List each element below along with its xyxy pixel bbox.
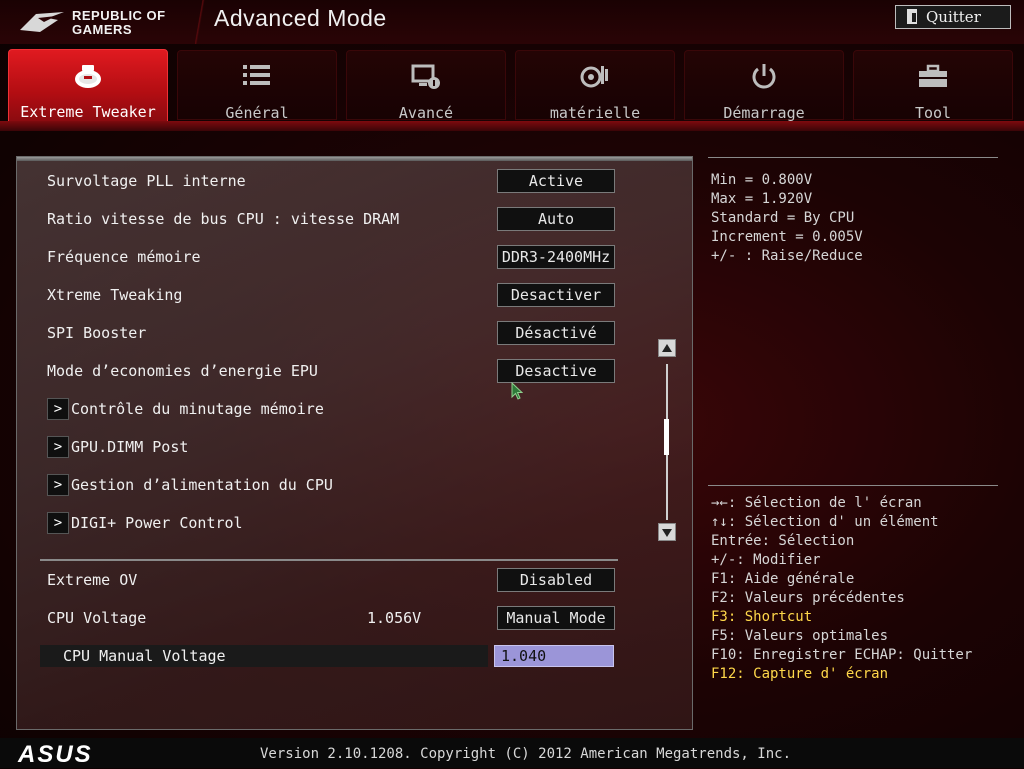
setting-label: CPU Voltage	[47, 609, 147, 627]
selected-row-highlight[interactable]: CPU Manual Voltage	[40, 645, 488, 667]
header-bar: REPUBLIC OF GAMERS Advanced Mode Quitter	[0, 0, 1024, 44]
cpu-manual-voltage-label: CPU Manual Voltage	[63, 647, 226, 665]
key-help-line: Entrée: Sélection	[711, 533, 855, 549]
tab-general[interactable]: Général	[177, 50, 337, 122]
arrow-down-icon	[662, 529, 672, 537]
help-divider-middle	[708, 485, 998, 486]
rog-logo-line2: GAMERS	[72, 22, 133, 37]
setting-row-cpu-dram-ratio[interactable]: Ratio vitesse de bus CPU : vitesse DRAM …	[47, 207, 627, 231]
tab-demarrage[interactable]: Démarrage	[684, 50, 844, 122]
chevron-right-icon: >	[47, 512, 69, 534]
setting-value-button[interactable]: Active	[497, 169, 615, 193]
submenu-label: GPU.DIMM Post	[71, 438, 189, 456]
tab-underline-band	[0, 121, 1024, 131]
rog-eye-icon	[20, 12, 64, 32]
mouse-pointer-icon	[511, 382, 523, 400]
setting-label: Ratio vitesse de bus CPU : vitesse DRAM	[47, 210, 400, 228]
exit-door-icon	[907, 9, 917, 24]
tweaker-icon	[9, 62, 167, 90]
version-copyright-text: Version 2.10.1208. Copyright (C) 2012 Am…	[260, 746, 792, 762]
tab-extreme-tweaker[interactable]: Extreme Tweaker	[8, 49, 168, 123]
chevron-right-icon: >	[47, 398, 69, 420]
setting-row-cpu-voltage[interactable]: CPU Voltage 1.056V Manual Mode	[47, 606, 627, 630]
setting-row-spi-booster[interactable]: SPI Booster Désactivé	[47, 321, 627, 345]
setting-row-xtreme-tweaking[interactable]: Xtreme Tweaking Desactiver	[47, 283, 627, 307]
tab-label: Avancé	[398, 104, 454, 122]
setting-value-button[interactable]: Desactiver	[497, 283, 615, 307]
advanced-icon	[347, 63, 505, 91]
footer-bar: ASUS Version 2.10.1208. Copyright (C) 20…	[0, 738, 1024, 768]
rog-logo-text: REPUBLIC OF GAMERS	[72, 9, 166, 37]
tab-label: Général	[225, 104, 289, 122]
tab-avance[interactable]: Avancé	[346, 50, 506, 122]
key-help-line: F10: Enregistrer ECHAP: Quitter	[711, 647, 973, 663]
help-info-line: Min = 0.800V	[711, 172, 813, 188]
monitor-icon	[516, 63, 674, 91]
tab-label: Extreme Tweaker	[20, 103, 156, 121]
setting-label: Extreme OV	[47, 571, 138, 589]
cpu-manual-voltage-input[interactable]	[494, 645, 614, 667]
quit-button-label: Quitter	[926, 8, 981, 26]
toolbox-icon	[854, 63, 1012, 91]
settings-panel: Survoltage PLL interne Active Ratio vite…	[16, 156, 693, 730]
key-help-line-highlight: F3: Shortcut	[711, 609, 813, 625]
tab-materielle[interactable]: matérielle	[515, 50, 675, 122]
scroll-down-button[interactable]	[658, 523, 676, 541]
key-help-line-highlight: F12: Capture d' écran	[711, 666, 889, 682]
submenu-cpu-power[interactable]: > Gestion d’alimentation du CPU	[47, 473, 627, 497]
chevron-right-icon: >	[47, 474, 69, 496]
setting-row-extreme-ov[interactable]: Extreme OV Disabled	[47, 568, 627, 592]
help-info-line: +/- : Raise/Reduce	[711, 248, 863, 264]
title-divider	[195, 0, 205, 44]
setting-label: SPI Booster	[47, 324, 147, 342]
setting-value-button[interactable]: Désactivé	[497, 321, 615, 345]
scrollbar-thumb[interactable]	[664, 419, 669, 455]
submenu-label: Contrôle du minutage mémoire	[71, 400, 324, 418]
setting-label: Xtreme Tweaking	[47, 286, 183, 304]
setting-value-button[interactable]: DDR3-2400MHz	[497, 245, 615, 269]
setting-label: Mode d’economies d’energie EPU	[47, 362, 318, 380]
key-help-line: ↑↓: Sélection d' un élément	[711, 514, 939, 530]
page-title: Advanced Mode	[214, 5, 387, 31]
tab-label: matérielle	[549, 104, 641, 122]
chevron-right-icon: >	[47, 436, 69, 458]
submenu-gpu-dimm-post[interactable]: > GPU.DIMM Post	[47, 435, 627, 459]
setting-row-epu-mode[interactable]: Mode d’economies d’energie EPU Desactive	[47, 359, 627, 383]
key-help-line: F1: Aide générale	[711, 571, 855, 587]
section-divider	[40, 559, 618, 561]
tab-label: Démarrage	[723, 104, 805, 122]
setting-row-pll-overvoltage[interactable]: Survoltage PLL interne Active	[47, 169, 627, 193]
quit-button[interactable]: Quitter	[895, 5, 1011, 29]
rog-logo-line1: REPUBLIC OF	[72, 8, 166, 23]
tab-bar: Extreme Tweaker Général Avancé matériell…	[0, 47, 1024, 123]
key-help-line: →←: Sélection de l' écran	[711, 495, 922, 511]
key-help-line: +/-: Modifier	[711, 552, 821, 568]
setting-label: Fréquence mémoire	[47, 248, 201, 266]
submenu-digi-power[interactable]: > DIGI+ Power Control	[47, 511, 627, 535]
submenu-label: DIGI+ Power Control	[71, 514, 243, 532]
setting-value-button[interactable]: Desactive	[497, 359, 615, 383]
help-info-line: Increment = 0.005V	[711, 229, 863, 245]
help-info-line: Max = 1.920V	[711, 191, 813, 207]
tab-tool[interactable]: Tool	[853, 50, 1013, 122]
tab-label: Tool	[914, 104, 952, 122]
power-icon	[685, 63, 843, 91]
setting-value-button[interactable]: Disabled	[497, 568, 615, 592]
help-info-line: Standard = By CPU	[711, 210, 855, 226]
submenu-label: Gestion d’alimentation du CPU	[71, 476, 333, 494]
setting-value-button[interactable]: Auto	[497, 207, 615, 231]
arrow-up-icon	[662, 344, 672, 352]
key-help-line: F2: Valeurs précédentes	[711, 590, 905, 606]
setting-label: Survoltage PLL interne	[47, 172, 246, 190]
help-divider-top	[708, 157, 998, 158]
submenu-memory-timing[interactable]: > Contrôle du minutage mémoire	[47, 397, 627, 421]
list-icon	[178, 63, 336, 91]
rog-logo: REPUBLIC OF GAMERS	[18, 6, 178, 38]
cpu-voltage-readout: 1.056V	[367, 609, 422, 627]
asus-logo: ASUS	[18, 741, 93, 768]
scroll-up-button[interactable]	[658, 339, 676, 357]
key-help-line: F5: Valeurs optimales	[711, 628, 889, 644]
setting-row-memory-frequency[interactable]: Fréquence mémoire DDR3-2400MHz	[47, 245, 627, 269]
setting-value-button[interactable]: Manual Mode	[497, 606, 615, 630]
